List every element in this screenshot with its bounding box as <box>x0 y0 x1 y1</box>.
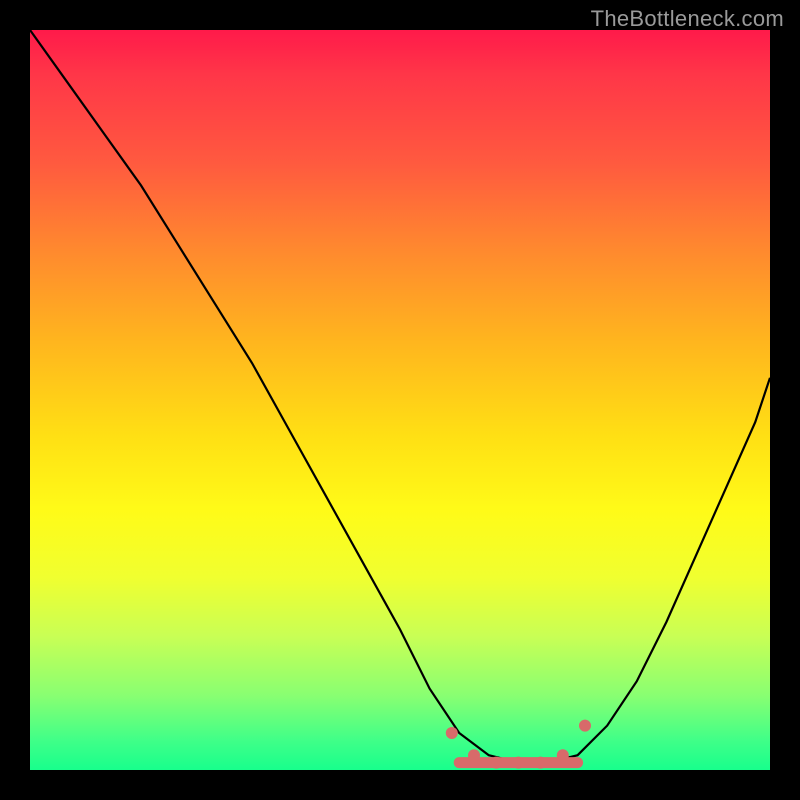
optimal-marker <box>468 749 480 761</box>
optimal-marker <box>579 720 591 732</box>
optimal-marker <box>557 749 569 761</box>
bottleneck-curve <box>30 30 770 763</box>
plot-area <box>30 30 770 770</box>
optimal-marker <box>512 757 524 769</box>
chart-frame: TheBottleneck.com <box>0 0 800 800</box>
watermark-text: TheBottleneck.com <box>591 6 784 32</box>
optimal-marker <box>535 757 547 769</box>
curve-layer <box>30 30 770 770</box>
optimal-marker <box>446 727 458 739</box>
optimal-marker <box>490 757 502 769</box>
